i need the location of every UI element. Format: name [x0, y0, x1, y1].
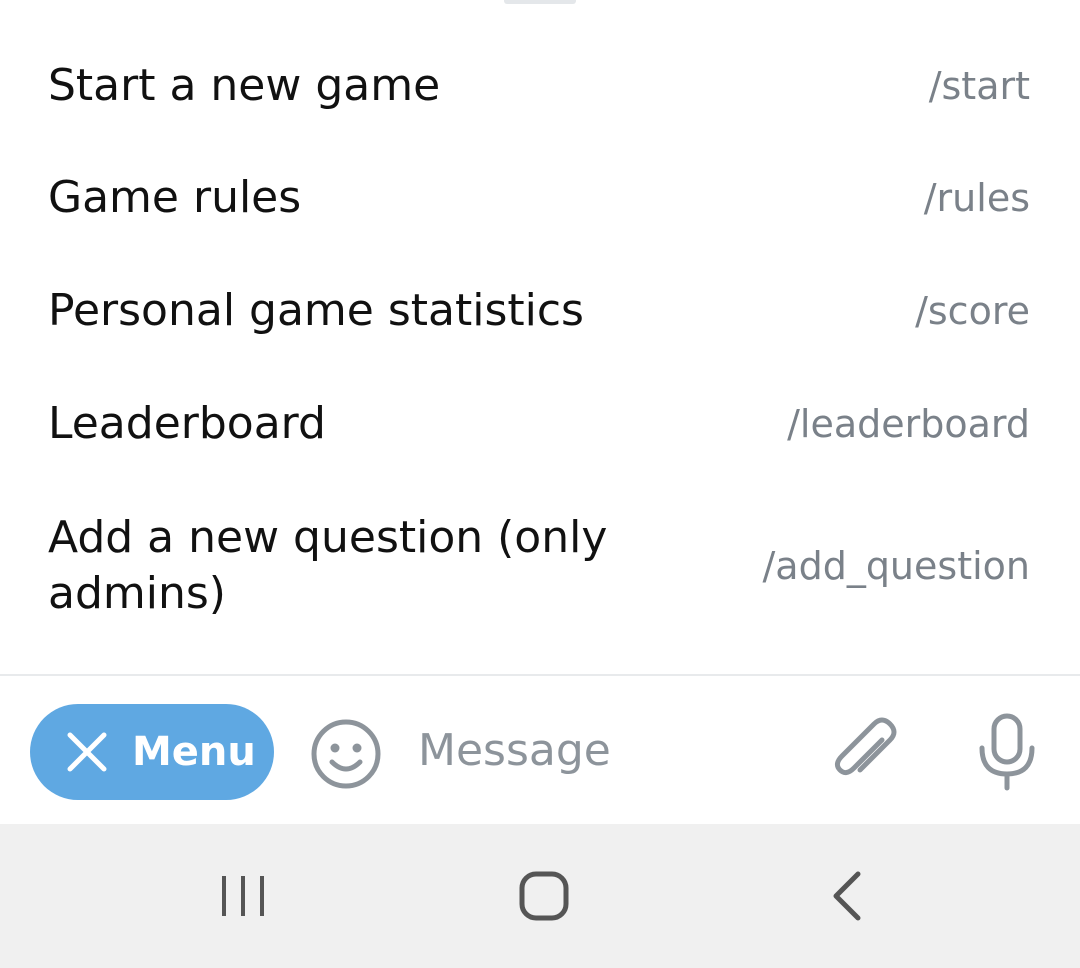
system-navigation-bar [0, 824, 1080, 968]
command-description: Leaderboard [48, 398, 326, 449]
back-icon[interactable] [822, 866, 872, 926]
microphone-icon[interactable] [974, 712, 1040, 792]
smiley-icon[interactable] [310, 718, 382, 790]
message-input[interactable] [418, 714, 798, 786]
command-name: /add_question [762, 544, 1030, 588]
command-description: Personal game statistics [48, 285, 584, 336]
command-name: /leaderboard [787, 402, 1030, 446]
close-icon [67, 732, 107, 772]
command-description: Start a new game [48, 60, 441, 111]
command-name: /start [928, 64, 1030, 108]
bot-command-list: Start a new game /start Game rules /rule… [0, 0, 1080, 675]
command-item-add-question[interactable]: Add a new question (only admins) /add_qu… [0, 510, 1080, 622]
command-item-score[interactable]: Personal game statistics /score [0, 283, 1080, 339]
command-description: Add a new question (only admins) [48, 512, 608, 619]
command-name: /score [915, 289, 1030, 333]
home-icon[interactable] [512, 866, 576, 926]
command-item-start[interactable]: Start a new game /start [0, 58, 1080, 114]
command-item-leaderboard[interactable]: Leaderboard /leaderboard [0, 396, 1080, 452]
menu-button[interactable]: Menu [30, 704, 274, 800]
command-description: Game rules [48, 172, 302, 223]
paperclip-icon[interactable] [830, 712, 900, 792]
menu-button-label: Menu [132, 729, 256, 775]
command-name: /rules [923, 176, 1030, 220]
command-item-rules[interactable]: Game rules /rules [0, 170, 1080, 226]
recent-apps-icon[interactable] [212, 872, 274, 920]
message-input-bar: Menu [0, 676, 1080, 824]
